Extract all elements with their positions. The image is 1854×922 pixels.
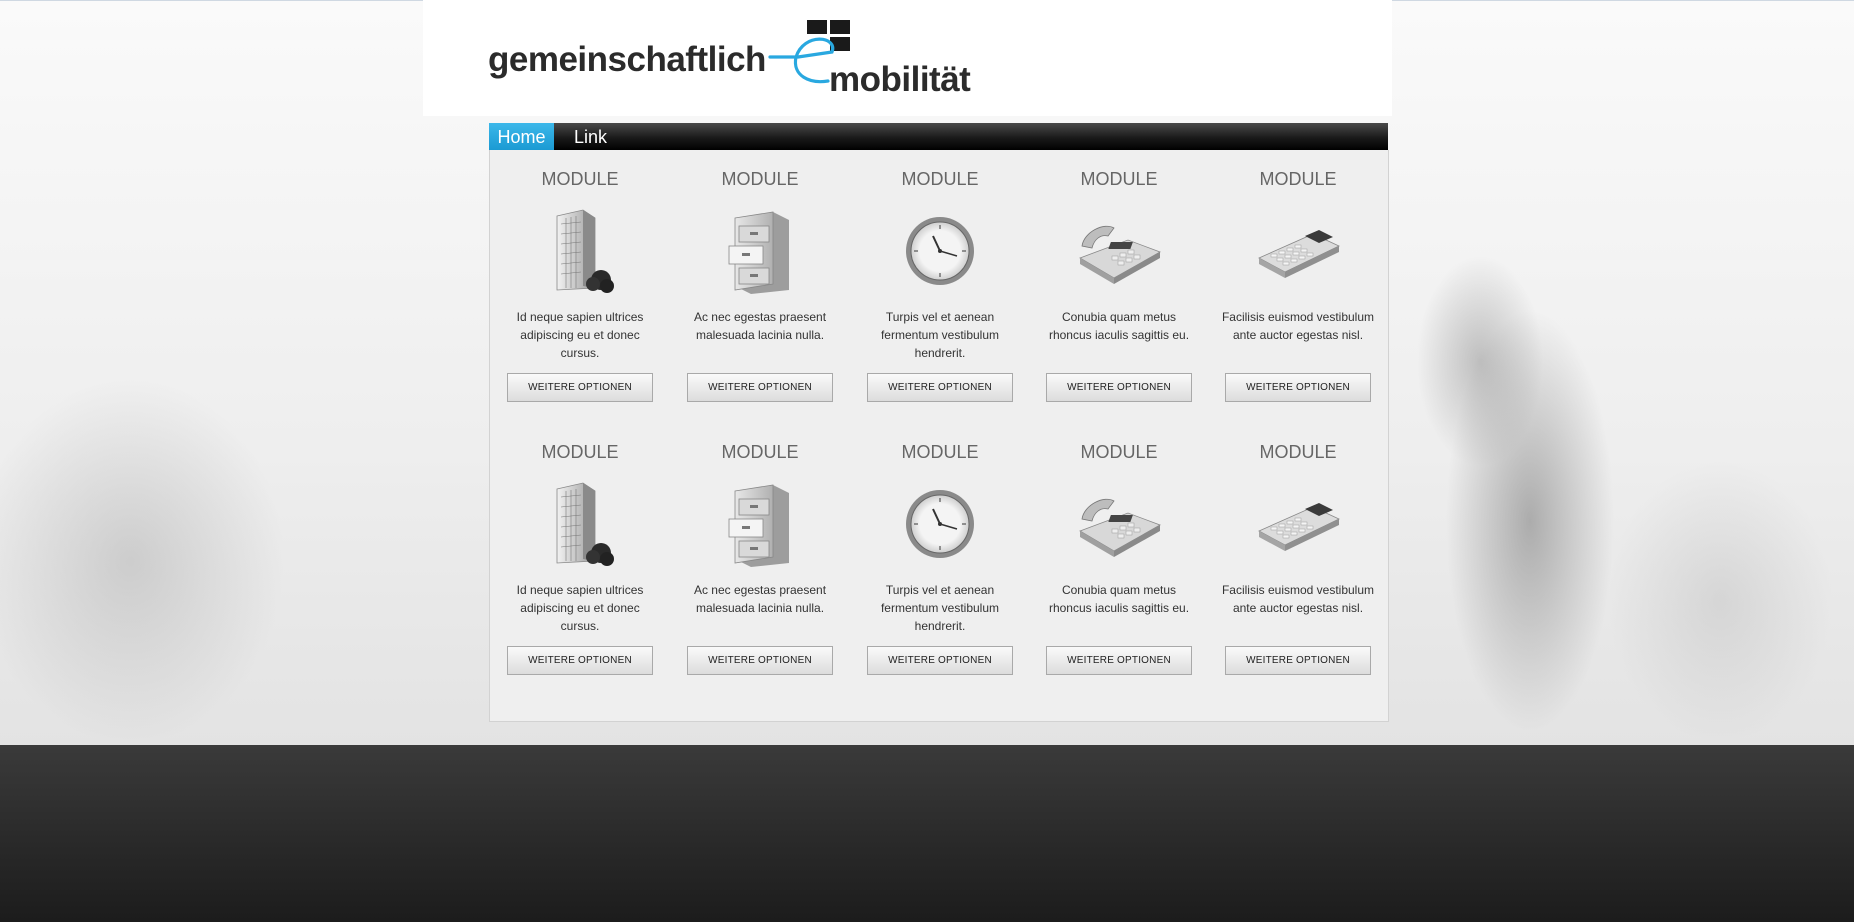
- module-description: Id neque sapien ultrices adipiscing eu e…: [516, 310, 644, 360]
- calculator-icon: [1258, 503, 1340, 551]
- module-card: MODULE Facilisis euismod vestibulum ante…: [1218, 166, 1378, 402]
- site-logo[interactable]: gemeinschaftlich mobilität: [488, 14, 978, 99]
- module-description: Turpis vel et aenean fermentum vestibulu…: [880, 583, 1000, 633]
- more-options-button[interactable]: WEITERE OPTIONEN: [507, 373, 653, 402]
- module-title: MODULE: [1080, 169, 1158, 189]
- nav-item-home[interactable]: Home: [489, 123, 554, 150]
- nav-item-link[interactable]: Link: [574, 123, 607, 150]
- more-options-button[interactable]: WEITERE OPTIONEN: [687, 646, 833, 675]
- calculator-icon: [1258, 230, 1340, 278]
- module-title: MODULE: [1259, 442, 1337, 462]
- module-description: Facilisis euismod vestibulum ante auctor…: [1221, 583, 1375, 615]
- module-description: Ac nec egestas praesent malesuada lacini…: [693, 583, 827, 615]
- module-title: MODULE: [541, 442, 619, 462]
- site-footer: [0, 745, 1854, 922]
- module-title: MODULE: [721, 169, 799, 189]
- file-cabinet-icon: [728, 211, 789, 294]
- module-description: Id neque sapien ultrices adipiscing eu e…: [516, 583, 644, 633]
- file-cabinet-icon: [728, 484, 789, 567]
- module-card: MODULE Turpis vel et aenean fermentum ve…: [860, 439, 1020, 675]
- more-options-button[interactable]: WEITERE OPTIONEN: [867, 373, 1013, 402]
- more-options-button[interactable]: WEITERE OPTIONEN: [867, 646, 1013, 675]
- module-card: MODULE Id neque sapien ultrices adipisci…: [500, 439, 660, 675]
- module-description: Turpis vel et aenean fermentum vestibulu…: [880, 310, 1000, 360]
- module-title: MODULE: [1259, 169, 1337, 189]
- module-title: MODULE: [541, 169, 619, 189]
- clock-icon: [906, 217, 974, 285]
- more-options-button[interactable]: WEITERE OPTIONEN: [1225, 373, 1371, 402]
- module-description: Conubia quam metus rhoncus iaculis sagit…: [1048, 310, 1190, 342]
- more-options-button[interactable]: WEITERE OPTIONEN: [1225, 646, 1371, 675]
- office-building-icon: [556, 209, 614, 293]
- logo-text-part1: gemeinschaftlich: [488, 40, 766, 79]
- office-building-icon: [556, 482, 614, 566]
- clock-icon: [906, 490, 974, 558]
- telephone-icon: [1079, 225, 1161, 284]
- logo-text-part2: mobilität: [829, 60, 971, 99]
- main-navigation: Home Link: [489, 123, 1388, 150]
- more-options-button[interactable]: WEITERE OPTIONEN: [1046, 646, 1192, 675]
- module-card: MODULE Id neque sapien ultrices adipisci…: [500, 166, 660, 402]
- module-card: MODULE Ac nec egestas praesent malesuada…: [680, 439, 840, 675]
- more-options-button[interactable]: WEITERE OPTIONEN: [507, 646, 653, 675]
- module-card: MODULE Turpis vel et aenean fermentum ve…: [860, 166, 1020, 402]
- module-card: MODULE Conubia quam metus rhoncus iaculi…: [1039, 166, 1199, 402]
- module-title: MODULE: [1080, 442, 1158, 462]
- module-card: MODULE Ac nec egestas praesent malesuada…: [680, 166, 840, 402]
- module-description: Facilisis euismod vestibulum ante auctor…: [1221, 310, 1375, 342]
- module-title: MODULE: [721, 442, 799, 462]
- module-description: Conubia quam metus rhoncus iaculis sagit…: [1048, 583, 1190, 615]
- module-title: MODULE: [901, 442, 979, 462]
- more-options-button[interactable]: WEITERE OPTIONEN: [1046, 373, 1192, 402]
- module-card: MODULE Conubia quam metus rhoncus iaculi…: [1039, 439, 1199, 675]
- module-description: Ac nec egestas praesent malesuada lacini…: [693, 310, 827, 342]
- module-title: MODULE: [901, 169, 979, 189]
- module-card: MODULE Facilisis euismod vestibulum ante…: [1218, 439, 1378, 675]
- more-options-button[interactable]: WEITERE OPTIONEN: [687, 373, 833, 402]
- telephone-icon: [1079, 498, 1161, 557]
